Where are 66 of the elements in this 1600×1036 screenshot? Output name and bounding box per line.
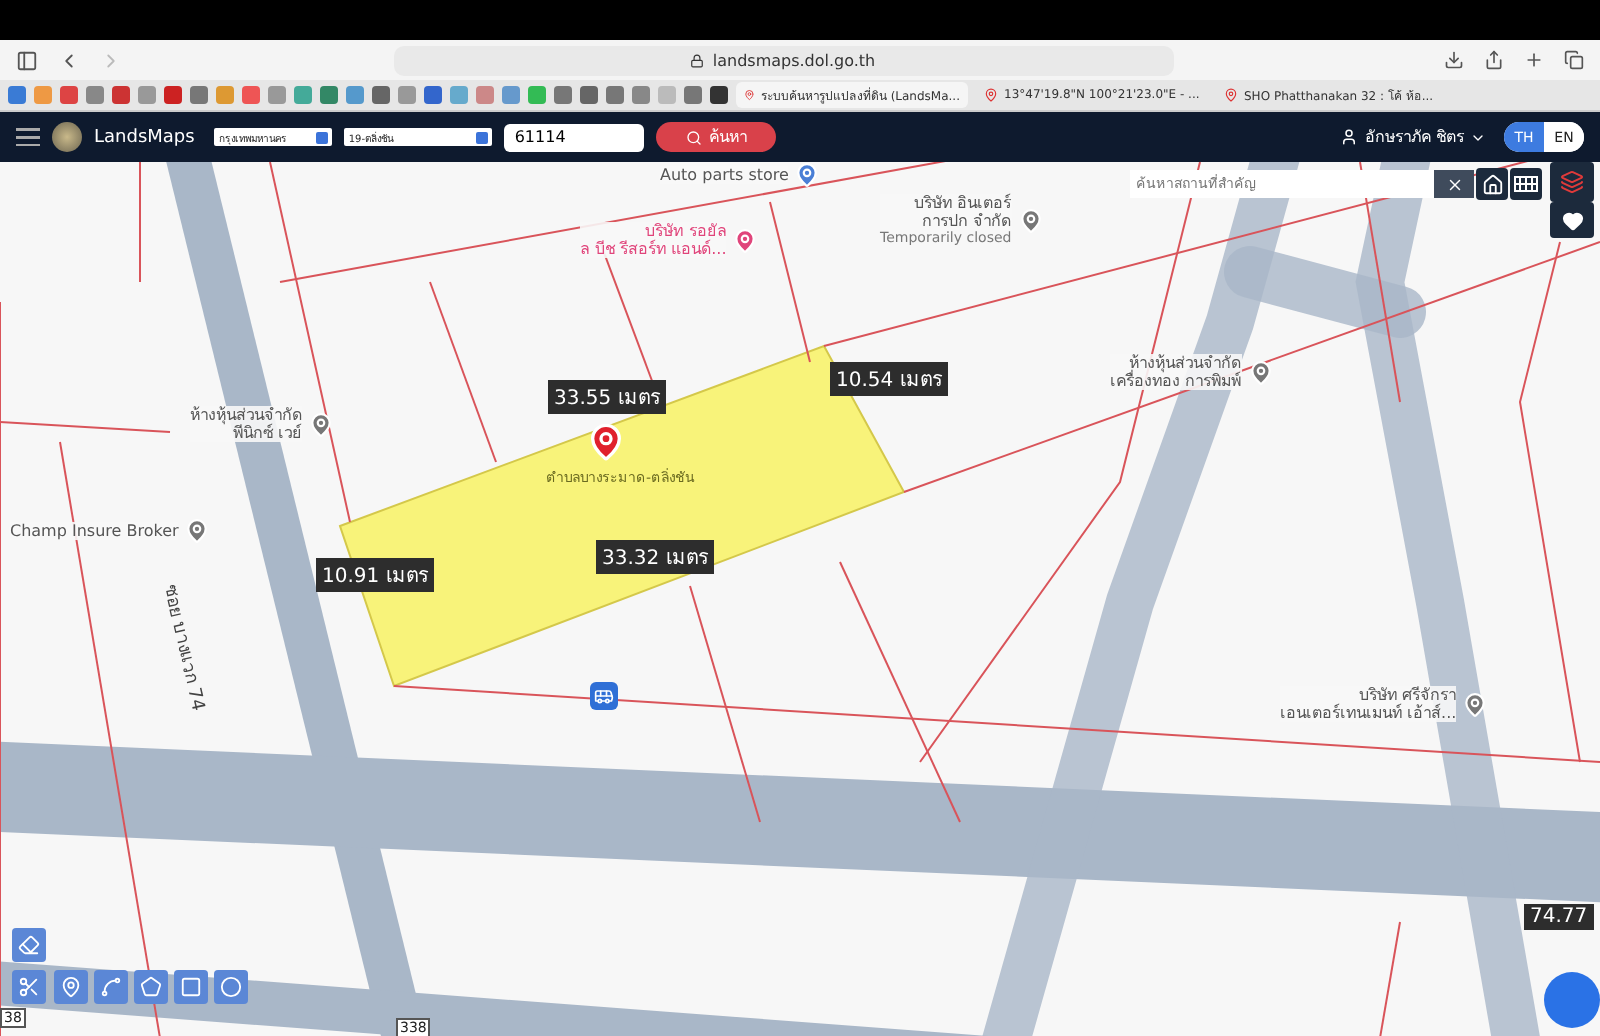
rectangle-icon <box>180 976 202 998</box>
line-icon <box>100 976 122 998</box>
address-bar[interactable]: landsmaps.dol.go.th <box>393 45 1173 75</box>
sidebar-icon[interactable] <box>16 49 38 71</box>
layers-icon <box>1560 170 1584 194</box>
search-icon <box>686 129 703 145</box>
share-icon[interactable] <box>1484 50 1504 70</box>
place-pin-icon[interactable] <box>308 411 334 437</box>
heart-icon <box>1561 209 1583 231</box>
place-label: Champ Insure Broker <box>10 522 179 540</box>
pin-icon <box>744 88 755 102</box>
parcel-number-field[interactable]: 61114 <box>504 123 645 151</box>
rectangle-tool-button[interactable] <box>174 970 208 1004</box>
clear-button[interactable] <box>1434 170 1474 198</box>
pin-icon <box>60 976 82 998</box>
place-label: ห้างหุ้นส่วนจำกัด <box>190 406 302 424</box>
place-pin-icon[interactable] <box>1247 359 1274 385</box>
grid-button[interactable] <box>1510 168 1542 200</box>
place-pin-icon[interactable] <box>1017 207 1044 233</box>
lock-icon <box>690 53 705 67</box>
search-button[interactable]: ค้นหา <box>656 122 777 152</box>
place-pin-icon[interactable] <box>732 227 759 253</box>
grid-icon <box>1514 176 1538 192</box>
eraser-icon <box>18 934 40 956</box>
line-tool-button[interactable] <box>94 970 128 1004</box>
logo-emblem <box>52 122 82 152</box>
menu-icon[interactable] <box>16 128 40 146</box>
place-label: บริษัท รอยัล <box>580 222 727 240</box>
bus-stop-icon[interactable] <box>590 682 618 710</box>
location-pin-icon <box>586 422 626 462</box>
scissors-icon <box>18 976 40 998</box>
polygon-tool-button[interactable] <box>134 970 168 1004</box>
place-label: เอนเตอร์เทนเมนท์ เอ้าส์... <box>1280 704 1457 722</box>
pin-tool-button[interactable] <box>54 970 88 1004</box>
circle-tool-button[interactable] <box>214 970 248 1004</box>
place-pin-icon[interactable] <box>184 518 211 544</box>
place-label: Auto parts store <box>660 166 789 184</box>
polygon-icon <box>140 976 162 998</box>
user-name[interactable]: อักษราภัค ชิตร <box>1364 124 1464 150</box>
circle-icon <box>220 976 242 998</box>
pin-icon <box>1224 88 1238 102</box>
floating-action-button[interactable] <box>1544 972 1600 1028</box>
measurement-label: 33.32 เมตร <box>596 540 714 574</box>
measurement-label: 33.55 เมตร <box>548 380 666 414</box>
home-icon <box>1481 173 1503 195</box>
layers-button[interactable] <box>1550 162 1594 202</box>
new-tab-icon[interactable] <box>1524 50 1544 70</box>
place-pin-icon[interactable] <box>794 162 821 188</box>
measurement-label: 10.91 เมตร <box>316 558 434 592</box>
road-label: ซอย บางแวก 74 <box>156 582 210 714</box>
eraser-tool-button[interactable] <box>12 928 46 962</box>
app-name: LandsMaps <box>94 127 195 147</box>
download-icon[interactable] <box>1444 50 1464 70</box>
measurement-label: 74.77 <box>1524 904 1594 930</box>
scissors-tool-button[interactable] <box>12 970 46 1004</box>
bus-icon <box>594 686 614 706</box>
measurement-label: 10.54 เมตร <box>830 362 948 396</box>
place-label: เครื่องทอง การพิมพ์ <box>1110 372 1242 390</box>
close-icon <box>1445 175 1463 193</box>
user-icon <box>1340 128 1359 146</box>
home-button[interactable] <box>1476 168 1508 200</box>
pin-icon <box>984 88 998 102</box>
tabs-overview-icon[interactable] <box>1564 50 1584 70</box>
place-pin-icon[interactable] <box>1462 691 1489 717</box>
favorite-button[interactable] <box>1550 202 1594 238</box>
place-label: ล บีช รีสอร์ท แอนด์... <box>580 240 727 258</box>
